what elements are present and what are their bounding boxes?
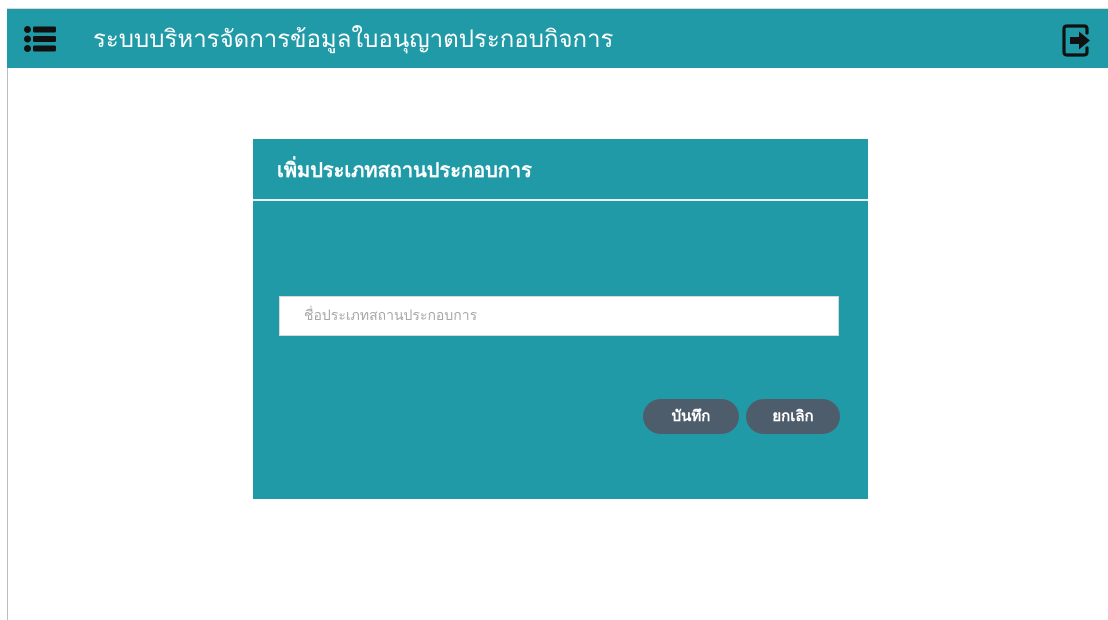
menu-list-icon[interactable]: [24, 26, 56, 52]
logout-icon[interactable]: [1062, 24, 1092, 57]
dialog-title: เพิ่มประเภทสถานประกอบการ: [277, 158, 532, 182]
title-underline-divider: [127, 68, 277, 69]
business-type-name-input[interactable]: [279, 296, 839, 336]
add-business-type-dialog: เพิ่มประเภทสถานประกอบการ บันทึก ยกเลิก: [253, 139, 868, 499]
app-title: ระบบบริหารจัดการข้อมูลใบอนุญาตประกอบกิจก…: [93, 25, 614, 53]
save-button[interactable]: บันทึก: [643, 399, 739, 434]
left-border-line: [7, 68, 8, 620]
dialog-header: เพิ่มประเภทสถานประกอบการ: [253, 139, 868, 201]
cancel-button[interactable]: ยกเลิก: [746, 399, 840, 434]
top-header-bar: ระบบบริหารจัดการข้อมูลใบอนุญาตประกอบกิจก…: [7, 8, 1108, 69]
